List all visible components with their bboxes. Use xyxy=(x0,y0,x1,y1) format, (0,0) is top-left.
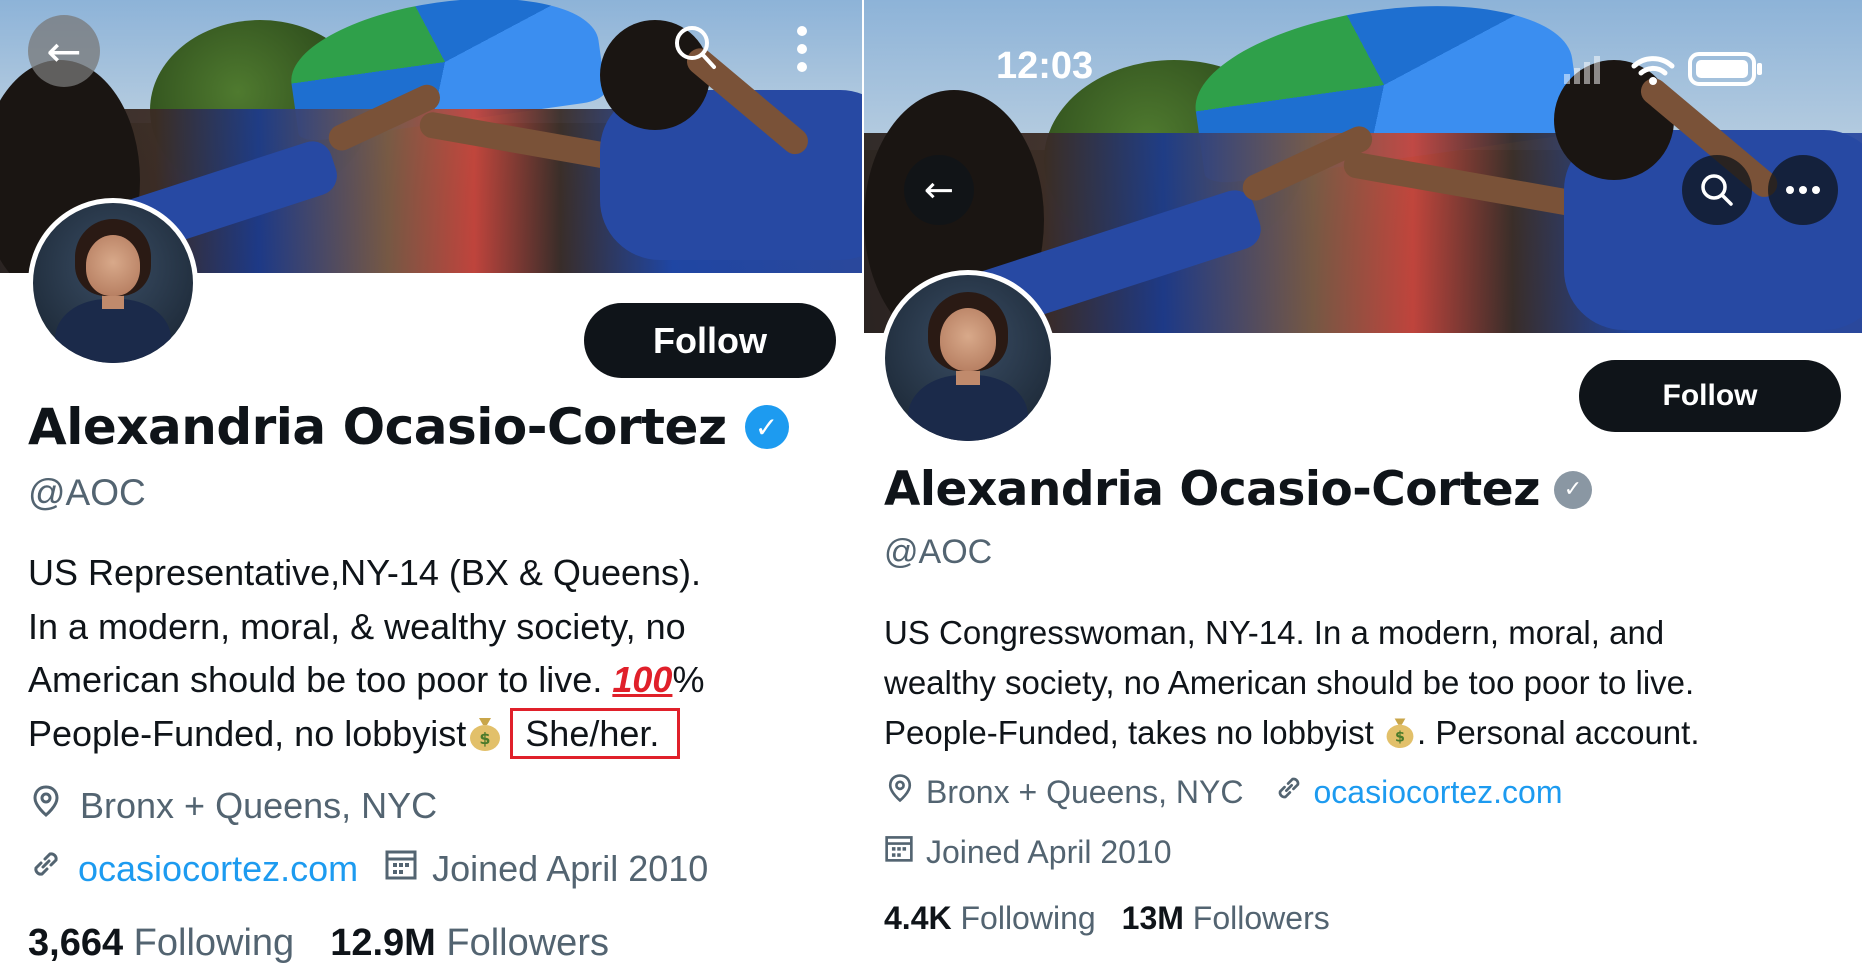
followers-count: 12.9M xyxy=(330,922,436,964)
calendar-icon xyxy=(884,832,914,872)
profile-handle: @AOC xyxy=(884,533,993,571)
following-stat[interactable]: 3,664 Following xyxy=(28,922,294,965)
website-item[interactable]: ocasiocortez.com xyxy=(1273,772,1562,812)
follow-stats-row: 4.4K Following 13M Followers xyxy=(884,900,1330,937)
followers-label: Followers xyxy=(1192,900,1330,936)
website-link[interactable]: ocasiocortez.com xyxy=(1313,774,1562,811)
link-icon xyxy=(28,846,64,891)
status-bar-icons xyxy=(1564,48,1784,93)
location-pin-icon xyxy=(28,783,64,828)
bio-line: People-Funded, no lobbyist $ She/her. xyxy=(28,707,704,761)
bio-line: American should be too poor to live. 100… xyxy=(28,659,705,700)
verified-badge-icon: ✓ xyxy=(744,405,789,449)
link-icon xyxy=(1273,772,1305,812)
bio-line: US Representative,NY-14 (BX & Queens). xyxy=(28,552,701,593)
pronouns: She/her. xyxy=(525,712,660,754)
svg-text:$: $ xyxy=(480,729,491,748)
follow-stats-row: 3,664 Following 12.9M Followers xyxy=(28,922,609,965)
follow-button[interactable]: Follow xyxy=(584,303,836,378)
profile-bio: US Representative,NY-14 (BX & Queens). I… xyxy=(28,546,704,760)
wifi-icon xyxy=(1631,56,1675,85)
location-item: Bronx + Queens, NYC xyxy=(884,772,1243,812)
location-link-row: Bronx + Queens, NYC ocasiocortez.com xyxy=(884,772,1562,812)
profile-bio: US Congresswoman, NY-14. In a modern, mo… xyxy=(884,608,1699,758)
following-label: Following xyxy=(960,900,1096,936)
joined-item: Joined April 2010 xyxy=(884,832,1172,872)
bio-line: People-Funded, takes no lobbyist $ . Per… xyxy=(884,708,1699,758)
back-arrow-icon[interactable]: ← xyxy=(28,15,100,87)
location-row: Bronx + Queens, NYC xyxy=(28,783,437,828)
location-pin-icon xyxy=(884,772,916,812)
pronouns-highlight-box: She/her. xyxy=(510,707,681,759)
more-options-icon[interactable] xyxy=(1768,155,1838,225)
profile-name-row: Alexandria Ocasio-Cortez ✓ xyxy=(884,462,1592,517)
followers-stat[interactable]: 13M Followers xyxy=(1122,900,1330,937)
website-link[interactable]: ocasiocortez.com xyxy=(78,848,358,890)
follow-button[interactable]: Follow xyxy=(1579,360,1841,432)
following-count: 3,664 xyxy=(28,922,124,964)
battery-icon xyxy=(1688,52,1762,86)
calendar-icon xyxy=(384,846,418,891)
back-arrow-icon[interactable]: ← xyxy=(904,155,974,225)
profile-handle: @AOC xyxy=(28,472,146,513)
joined-item: Joined April 2010 xyxy=(384,846,708,891)
hundred-points-icon: 100 xyxy=(612,659,673,700)
status-bar-time: 12:03 xyxy=(996,45,1094,87)
profile-avatar[interactable] xyxy=(28,198,198,368)
bio-line: US Congresswoman, NY-14. In a modern, mo… xyxy=(884,614,1665,651)
verified-badge-icon: ✓ xyxy=(1553,470,1592,509)
search-icon[interactable] xyxy=(668,18,724,80)
joined-text: Joined April 2010 xyxy=(926,833,1172,870)
bio-line: In a modern, moral, & wealthy society, n… xyxy=(28,605,686,647)
left-profile-screenshot: ← Follow Alexandria Ocasio-Cortez ✓ @AOC… xyxy=(0,0,862,965)
following-label: Following xyxy=(133,922,295,964)
link-joined-row: ocasiocortez.com Joined April 2010 xyxy=(28,846,708,891)
location-item: Bronx + Queens, NYC xyxy=(28,783,437,828)
location-text: Bronx + Queens, NYC xyxy=(926,773,1244,810)
location-text: Bronx + Queens, NYC xyxy=(80,784,438,826)
signal-icon xyxy=(1564,56,1600,84)
following-count: 4.4K xyxy=(884,900,952,936)
following-stat[interactable]: 4.4K Following xyxy=(884,900,1096,937)
bio-line: wealthy society, no American should be t… xyxy=(884,664,1695,701)
website-item[interactable]: ocasiocortez.com xyxy=(28,846,358,891)
display-name: Alexandria Ocasio-Cortez xyxy=(28,398,727,456)
money-bag-icon: $ xyxy=(466,707,504,761)
joined-row: Joined April 2010 xyxy=(884,832,1172,872)
search-icon[interactable] xyxy=(1682,155,1752,225)
display-name: Alexandria Ocasio-Cortez xyxy=(884,462,1540,517)
right-profile-screenshot: 12:03 ← Follow Alexandria Ocasio-Cortez … xyxy=(864,0,1862,965)
money-bag-icon: $ xyxy=(1383,708,1417,758)
more-options-icon[interactable] xyxy=(782,18,822,80)
svg-text:$: $ xyxy=(1395,730,1405,746)
profile-name-row: Alexandria Ocasio-Cortez ✓ xyxy=(28,398,789,456)
joined-text: Joined April 2010 xyxy=(432,847,709,889)
followers-count: 13M xyxy=(1121,900,1184,936)
followers-label: Followers xyxy=(446,922,609,964)
profile-avatar[interactable] xyxy=(880,270,1056,446)
followers-stat[interactable]: 12.9M Followers xyxy=(330,922,609,965)
